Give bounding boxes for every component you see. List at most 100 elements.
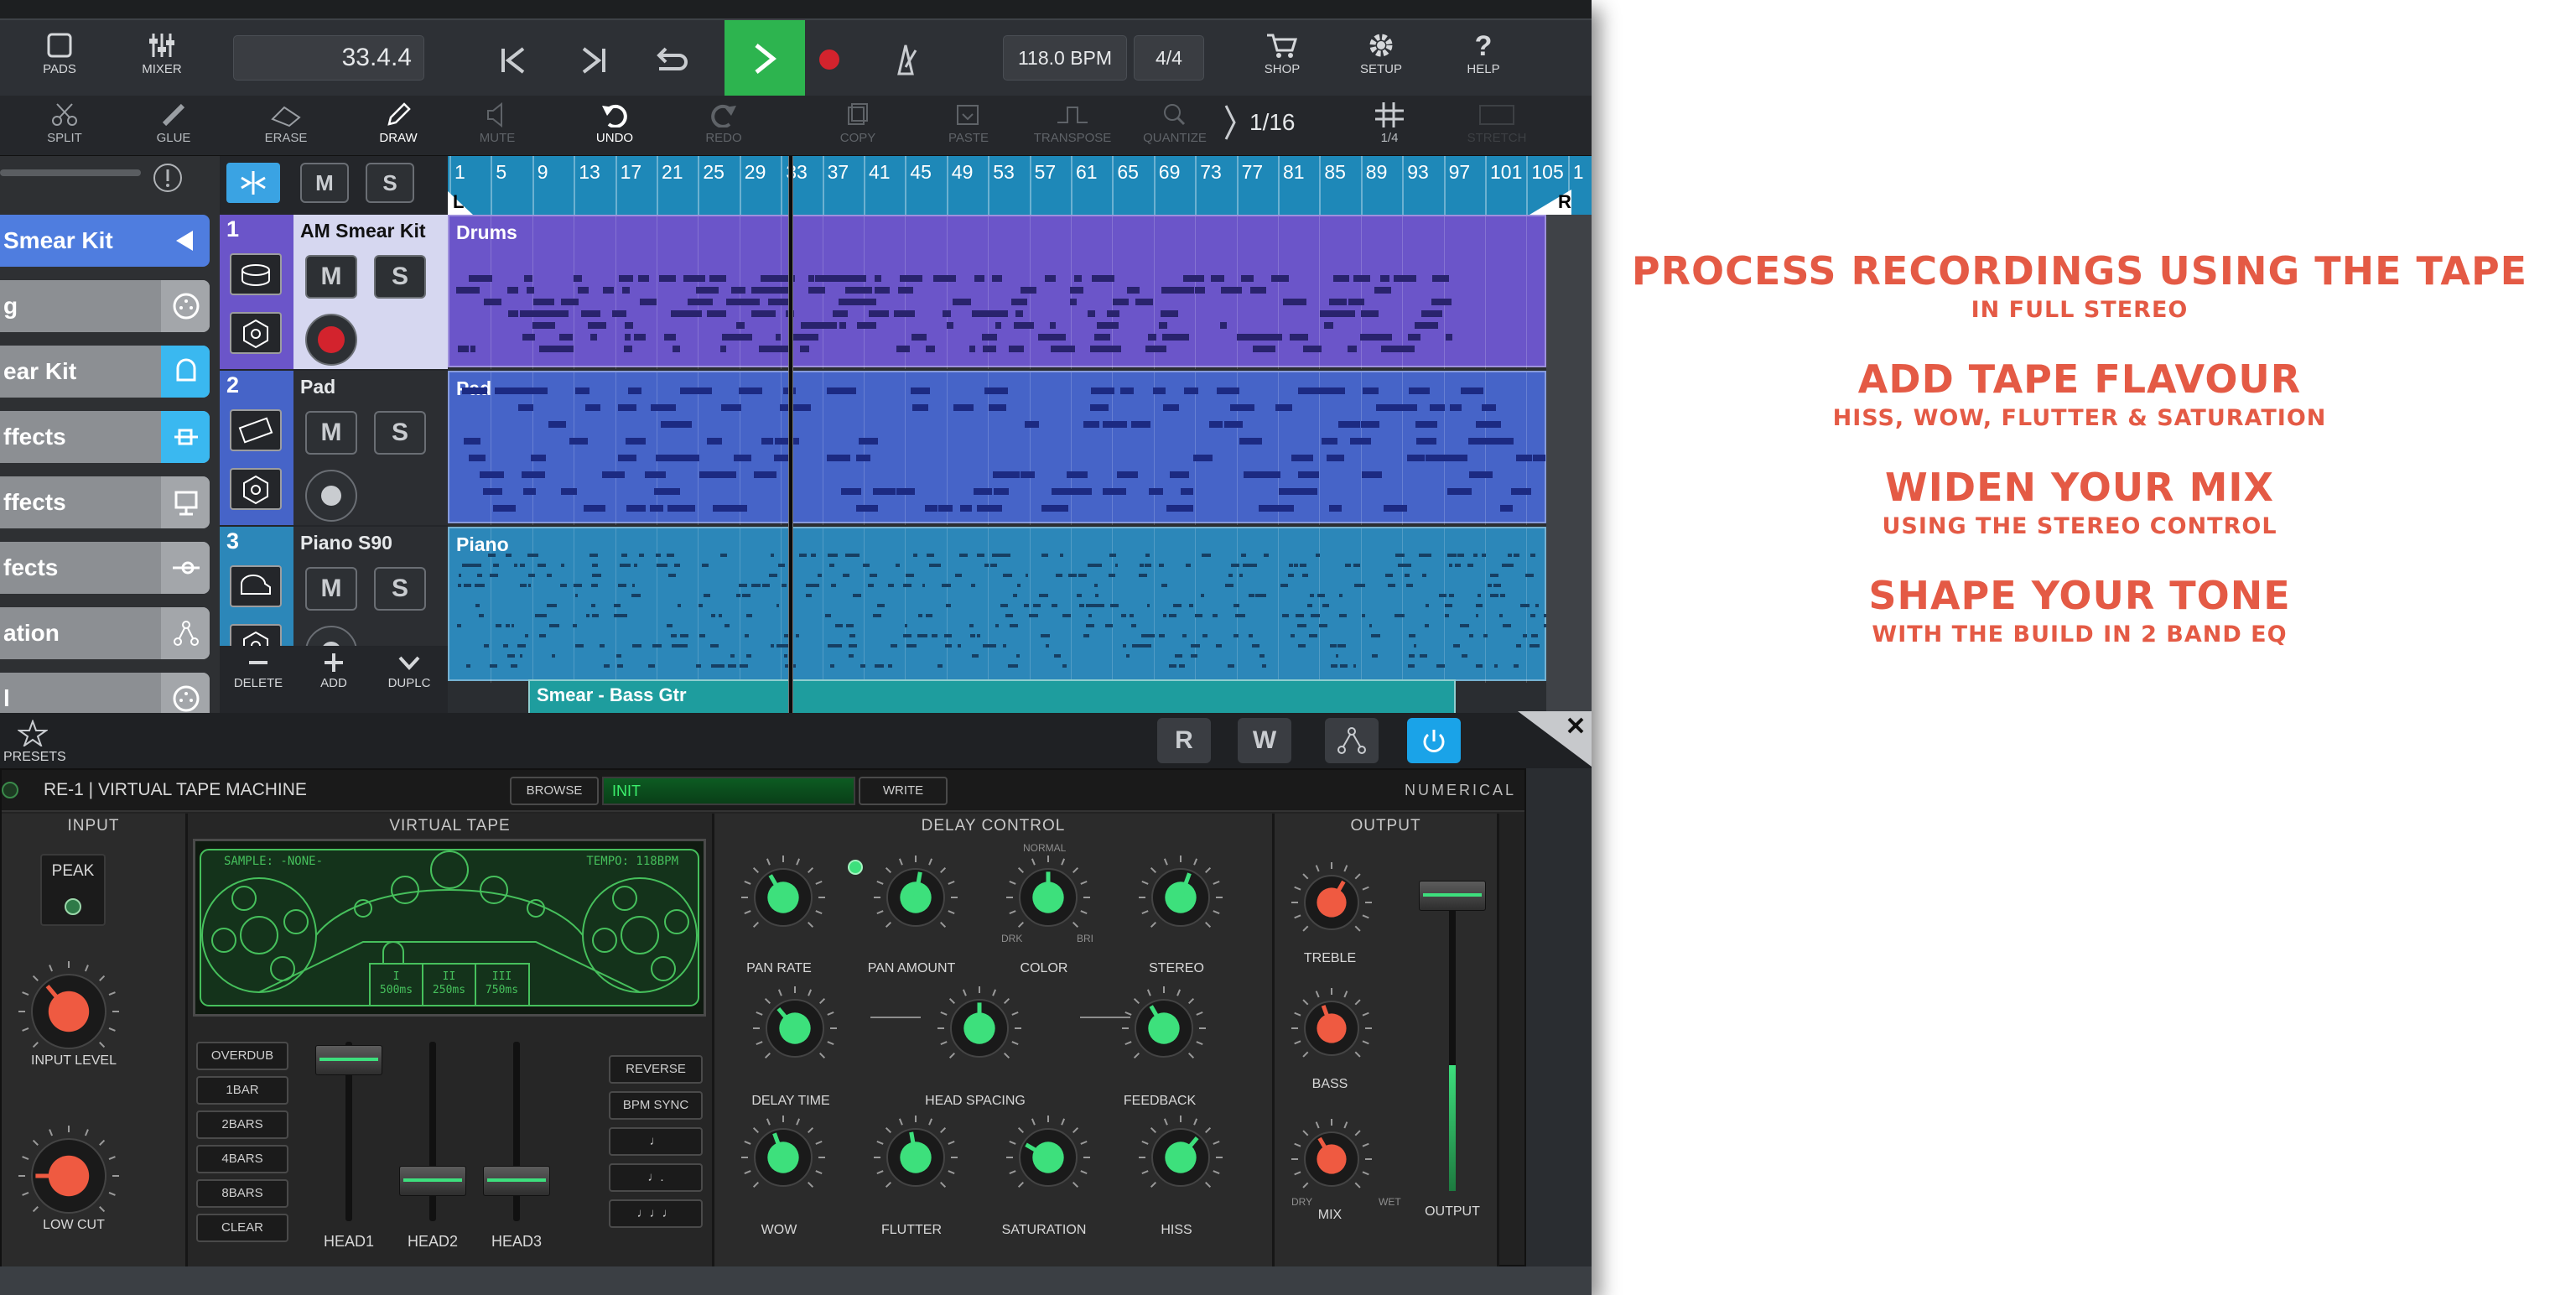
glue-tool[interactable]: GLUE <box>127 96 220 145</box>
output-fader[interactable] <box>1419 881 1486 911</box>
tape-right-button-3[interactable]: ♩. <box>609 1163 703 1192</box>
paste-button[interactable]: PASTE <box>922 96 1015 145</box>
erase-tool[interactable]: ERASE <box>240 96 332 145</box>
copy-button[interactable]: COPY <box>812 96 904 145</box>
clip-piano[interactable]: Piano <box>448 527 1550 683</box>
presets-button[interactable]: PRESETS <box>3 720 66 765</box>
track-effects-button[interactable] <box>230 468 282 510</box>
info-icon[interactable] <box>151 161 184 195</box>
track-mode-toggle[interactable] <box>226 163 280 203</box>
redo-button[interactable]: REDO <box>678 96 770 145</box>
shop-button[interactable]: SHOP <box>1253 32 1311 76</box>
knob-pan-amount[interactable] <box>869 850 963 944</box>
knob-bass[interactable] <box>1286 983 1377 1074</box>
clip-pad[interactable]: Pad <box>448 371 1546 525</box>
tape-overdub-button[interactable]: OVERDUB <box>196 1042 288 1070</box>
track-solo-button[interactable]: S <box>374 567 426 611</box>
record-arm-button[interactable] <box>305 314 357 366</box>
tape-right-button-0[interactable]: REVERSE <box>609 1055 703 1084</box>
pads-button[interactable]: PADS <box>30 32 89 76</box>
draw-tool[interactable]: DRAW <box>352 96 444 145</box>
play-button[interactable] <box>724 20 805 97</box>
knob-delay-time[interactable] <box>748 981 842 1075</box>
knob-color[interactable] <box>1001 850 1095 944</box>
split-tool[interactable]: SPLIT <box>18 96 111 145</box>
sidebar-item-6[interactable]: ation <box>0 607 210 659</box>
forward-icon[interactable] <box>579 45 609 75</box>
knob-stereo[interactable] <box>1134 850 1228 944</box>
mixer-button[interactable]: MIXER <box>132 32 191 76</box>
track-mute-button[interactable]: M <box>305 255 357 299</box>
help-button[interactable]: ? HELP <box>1454 32 1513 76</box>
undo-button[interactable]: UNDO <box>569 96 661 145</box>
add-track-button[interactable]: ADD <box>300 653 367 690</box>
clip-drums[interactable]: Drums <box>448 215 1546 369</box>
write-preset-button[interactable]: WRITE <box>859 777 948 805</box>
tape-clear-button[interactable]: CLEAR <box>196 1214 288 1242</box>
track-instrument-button[interactable] <box>230 253 282 295</box>
track-solo-button[interactable]: S <box>374 411 426 455</box>
track-mute-button[interactable]: M <box>305 567 357 611</box>
track-header-1[interactable]: 1 AM Smear Kit M S <box>220 215 448 369</box>
automation-button[interactable] <box>1325 718 1379 763</box>
track-effects-button[interactable] <box>230 312 282 354</box>
time-signature[interactable]: 4/4 <box>1134 35 1204 81</box>
quantize-button[interactable]: QUANTIZE <box>1129 96 1221 145</box>
global-mute-button[interactable]: M <box>300 163 349 203</box>
head2-fader[interactable] <box>399 1166 466 1196</box>
loop-icon[interactable] <box>651 45 688 75</box>
input-level-knob[interactable] <box>13 956 124 1067</box>
tape-right-button-4[interactable]: ♩♩♩ <box>609 1199 703 1228</box>
sidebar-item-4[interactable]: ffects <box>0 476 210 528</box>
close-panel-button[interactable] <box>1518 711 1592 767</box>
knob-wow[interactable] <box>736 1110 830 1204</box>
track-header-2[interactable]: 2 Pad M S <box>220 371 448 525</box>
write-automation-button[interactable]: W <box>1238 718 1291 763</box>
quantize-value[interactable]: 1/16 <box>1249 109 1296 136</box>
playhead[interactable] <box>788 156 793 713</box>
track-solo-button[interactable]: S <box>374 255 426 299</box>
global-solo-button[interactable]: S <box>366 163 414 203</box>
sidebar-item-1[interactable]: g <box>0 280 210 332</box>
tape-4bars-button[interactable]: 4BARS <box>196 1145 288 1173</box>
delete-track-button[interactable]: DELETE <box>225 653 292 690</box>
duplicate-track-button[interactable]: DUPLC <box>376 653 443 690</box>
browse-button[interactable]: BROWSE <box>510 777 599 805</box>
record-icon[interactable] <box>817 47 842 72</box>
track-mute-button[interactable]: M <box>305 411 357 455</box>
track-header-3[interactable]: 3 Piano S90 M S <box>220 527 448 678</box>
sidebar-item-3[interactable]: ffects <box>0 411 210 463</box>
head1-fader[interactable] <box>315 1045 382 1075</box>
tape-1bar-button[interactable]: 1BAR <box>196 1076 288 1105</box>
knob-pan-rate[interactable] <box>736 850 830 944</box>
setup-button[interactable]: SETUP <box>1352 32 1410 76</box>
preset-display[interactable]: INIT <box>602 777 855 805</box>
knob-saturation[interactable] <box>1001 1110 1095 1204</box>
head3-fader[interactable] <box>483 1166 550 1196</box>
sidebar-scroll-slider[interactable] <box>0 169 141 176</box>
record-arm-button[interactable] <box>305 470 357 522</box>
knob-feedback[interactable] <box>1117 981 1211 1075</box>
read-automation-button[interactable]: R <box>1157 718 1211 763</box>
low-cut-knob[interactable] <box>13 1121 124 1231</box>
tape-2bars-button[interactable]: 2BARS <box>196 1110 288 1139</box>
track-instrument-button[interactable] <box>230 409 282 451</box>
sidebar-item-5[interactable]: fects <box>0 542 210 594</box>
sidebar-item-0[interactable]: Smear Kit <box>0 215 210 267</box>
metronome-icon[interactable] <box>889 42 922 77</box>
tempo-display[interactable]: 118.0 BPM <box>1003 35 1127 81</box>
tape-8bars-button[interactable]: 8BARS <box>196 1179 288 1208</box>
stretch-button[interactable]: STRETCH <box>1451 96 1543 145</box>
tape-right-button-2[interactable]: ♩ <box>609 1127 703 1156</box>
knob-flutter[interactable] <box>869 1110 963 1204</box>
knob-mix[interactable] <box>1286 1114 1377 1204</box>
plugin-power-led[interactable] <box>2 780 22 800</box>
track-instrument-button[interactable] <box>230 565 282 607</box>
clip-bass-gtr[interactable]: Smear - Bass Gtr <box>528 679 1456 715</box>
rewind-icon[interactable] <box>498 45 528 75</box>
transpose-button[interactable]: TRANSPOSE <box>1021 96 1124 145</box>
track-scroll-region[interactable] <box>1546 215 1592 713</box>
knob-head-spacing[interactable] <box>932 981 1026 1075</box>
tape-right-button-1[interactable]: BPM SYNC <box>609 1091 703 1120</box>
sidebar-item-2[interactable]: ear Kit <box>0 346 210 398</box>
